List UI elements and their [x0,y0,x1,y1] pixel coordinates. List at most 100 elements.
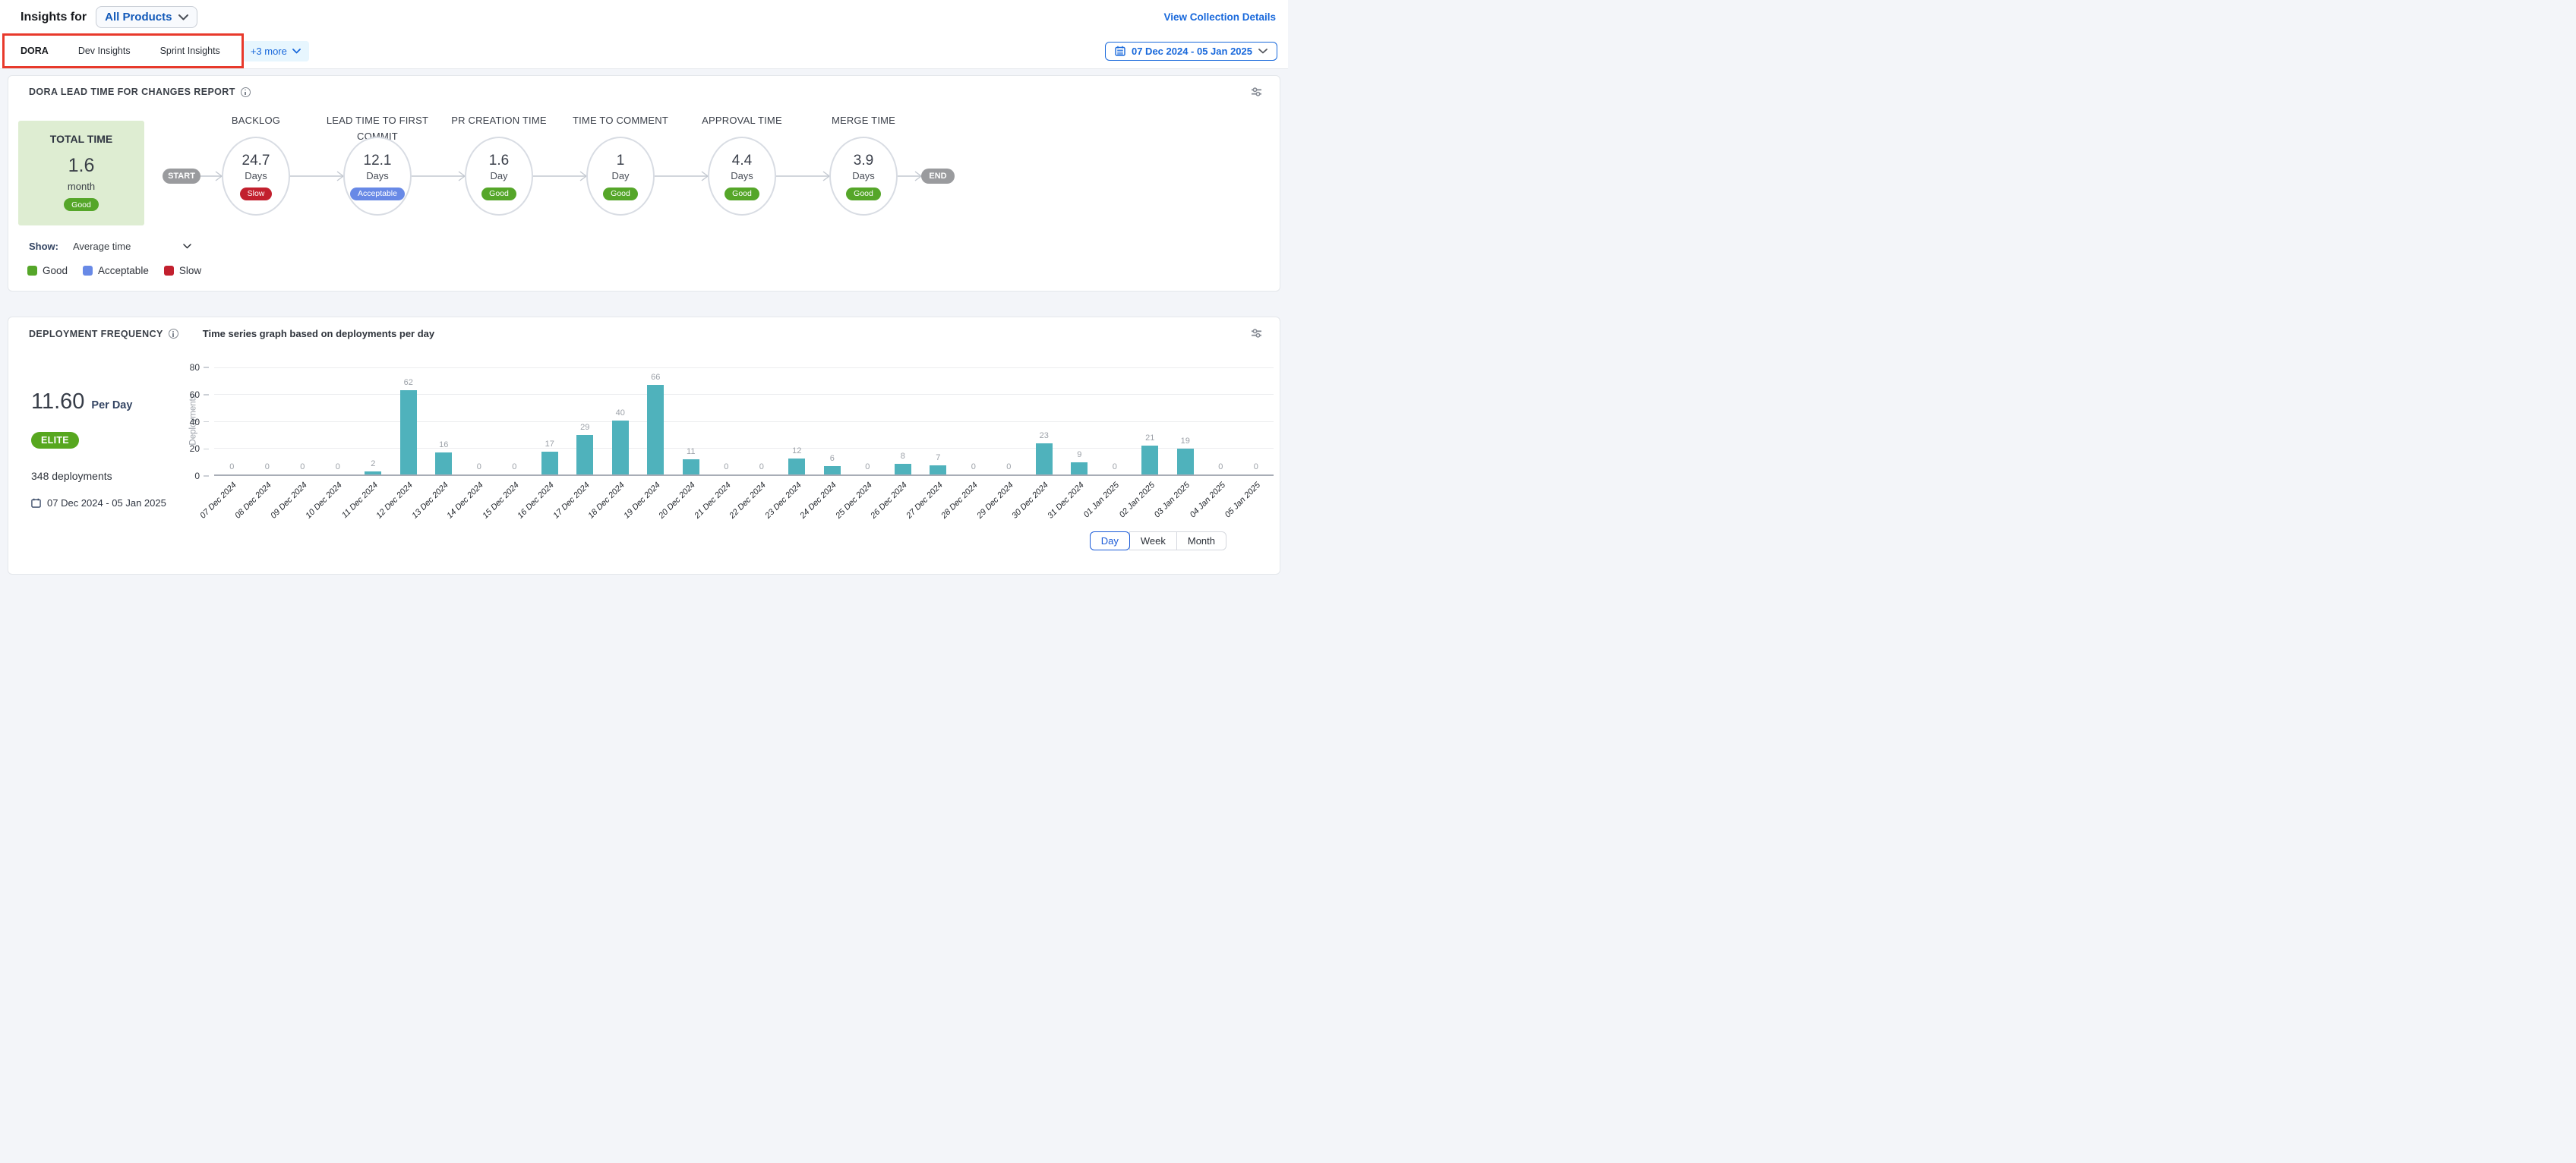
granularity-week-button[interactable]: Week [1129,531,1177,550]
bar-26-dec-2024[interactable] [895,464,911,474]
bar-20-dec-2024[interactable] [683,459,699,474]
chart-slot: 1716 Dec 2024 [532,367,568,474]
tab-dev-insights[interactable]: Dev Insights [71,33,138,68]
bar-value-label: 0 [724,462,728,471]
tab-dora[interactable]: DORA [13,33,56,68]
bar-value-label: 0 [865,462,870,471]
performance-tier-badge: ELITE [31,432,79,449]
product-selector-label: All Products [105,11,172,24]
bar-16-dec-2024[interactable] [541,452,558,474]
bar-value-label: 0 [1254,462,1258,471]
status-badge: Acceptable [350,188,405,200]
bar-value-label: 66 [651,373,660,382]
x-axis-label: 15 Dec 2024 [481,481,521,521]
bar-value-label: 23 [1040,431,1049,440]
stage-node-merge-time[interactable]: 3.9DaysGood [829,137,898,216]
flow-start-pill: START [163,169,200,184]
show-dropdown[interactable]: Show: Average time [29,241,191,252]
bar-31-dec-2024[interactable] [1071,462,1088,474]
more-tabs-label: +3 more [251,46,287,57]
bar-27-dec-2024[interactable] [930,465,946,475]
bar-19-dec-2024[interactable] [647,385,664,474]
stage-node-backlog[interactable]: 24.7DaysSlow [222,137,290,216]
y-tick-mark [204,449,209,450]
x-axis-label: 09 Dec 2024 [269,481,309,521]
bar-11-dec-2024[interactable] [365,471,381,474]
tab-sprint-insights[interactable]: Sprint Insights [153,33,228,68]
stage-node-approval-time[interactable]: 4.4DaysGood [708,137,776,216]
bar-value-label: 0 [229,462,234,471]
info-icon[interactable] [169,329,178,339]
bar-13-dec-2024[interactable] [435,452,452,474]
lead-time-title-text: DORA LEAD TIME FOR CHANGES REPORT [29,87,235,97]
x-axis-label: 16 Dec 2024 [516,481,557,521]
flow-end-pill: END [921,169,955,184]
stage-label-pr-creation-time: PR CREATION TIME [434,113,564,129]
calendar-icon [1115,46,1125,56]
stage-label-time-to-comment: TIME TO COMMENT [556,113,685,129]
y-tick-mark [204,421,209,423]
calendar-icon [31,498,41,508]
status-badge: Good [481,188,516,200]
chart-slot: 021 Dec 2024 [709,367,744,474]
sliders-icon [1250,328,1263,339]
chart-slot: 028 Dec 2024 [956,367,992,474]
bar-03-jan-2025[interactable] [1177,449,1194,474]
bar-slots: 007 Dec 2024008 Dec 2024009 Dec 2024010 … [214,367,1274,474]
legend-item-slow: Slow [164,265,201,276]
legend-label: Slow [179,265,201,276]
page-content: DORA LEAD TIME FOR CHANGES REPORT TOTAL … [0,69,1288,581]
x-axis-label: 19 Dec 2024 [622,481,662,521]
y-tick-mark [204,475,209,477]
bar-24-dec-2024[interactable] [824,466,841,474]
chart-slot: 2917 Dec 2024 [567,367,603,474]
y-axis-tick: 20 [172,443,209,455]
x-axis-label: 30 Dec 2024 [1011,481,1051,521]
granularity-day-button[interactable]: Day [1090,531,1130,550]
product-selector-button[interactable]: All Products [96,6,197,28]
bar-value-label: 0 [512,462,516,471]
legend-swatch [164,266,174,276]
bar-value-label: 0 [265,462,270,471]
chart-slot: 014 Dec 2024 [462,367,497,474]
bar-17-dec-2024[interactable] [576,435,593,474]
bar-value-label: 17 [545,440,554,449]
chart-slot: 211 Dec 2024 [355,367,391,474]
chart-slot: 009 Dec 2024 [285,367,320,474]
x-axis-label: 17 Dec 2024 [551,481,592,521]
bar-18-dec-2024[interactable] [612,421,629,475]
bar-value-label: 0 [300,462,305,471]
x-axis-label: 26 Dec 2024 [870,481,910,521]
stage-node-lead-time-to-first-commit[interactable]: 12.1Days Acceptable [343,137,412,216]
stage-node-time-to-comment[interactable]: 1DayGood [586,137,655,216]
chart-slot: 826 Dec 2024 [886,367,921,474]
deployment-chart-title: Time series graph based on deployments p… [203,328,434,339]
deployment-rate: 11.60 Per Day [31,389,132,414]
legend-swatch [27,266,37,276]
more-tabs-button[interactable]: +3 more [242,41,309,61]
lead-time-flow: TOTAL TIME 1.6 month Good STARTBACKLOG24… [8,97,1280,234]
date-range-picker[interactable]: 07 Dec 2024 - 05 Jan 2025 [1105,42,1277,61]
stage-unit: Days [366,170,389,181]
stage-label-approval-time: APPROVAL TIME [677,113,807,129]
bar-value-label: 11 [687,447,695,456]
info-icon[interactable] [241,87,251,97]
bar-12-dec-2024[interactable] [400,390,417,474]
view-collection-details-link[interactable]: View Collection Details [1163,11,1276,23]
bar-value-label: 0 [1113,462,1117,471]
total-time-panel: TOTAL TIME 1.6 month Good [18,121,144,225]
stage-node-pr-creation-time[interactable]: 1.6DayGood [465,137,533,216]
x-axis-label: 04 Jan 2025 [1188,481,1226,519]
bar-30-dec-2024[interactable] [1036,443,1053,474]
bar-02-jan-2025[interactable] [1141,446,1158,474]
lead-time-card: DORA LEAD TIME FOR CHANGES REPORT TOTAL … [8,75,1280,292]
deployment-card-header: DEPLOYMENT FREQUENCY Time series graph b… [8,317,1280,339]
chart-slot: 6212 Dec 2024 [391,367,427,474]
chart-slot: 2330 Dec 2024 [1027,367,1062,474]
stage-value: 3.9 [854,153,873,169]
stage-value: 12.1 [364,153,392,169]
legend-swatch [83,266,93,276]
bar-23-dec-2024[interactable] [788,459,805,474]
granularity-month-button[interactable]: Month [1176,531,1226,550]
bar-value-label: 0 [759,462,764,471]
